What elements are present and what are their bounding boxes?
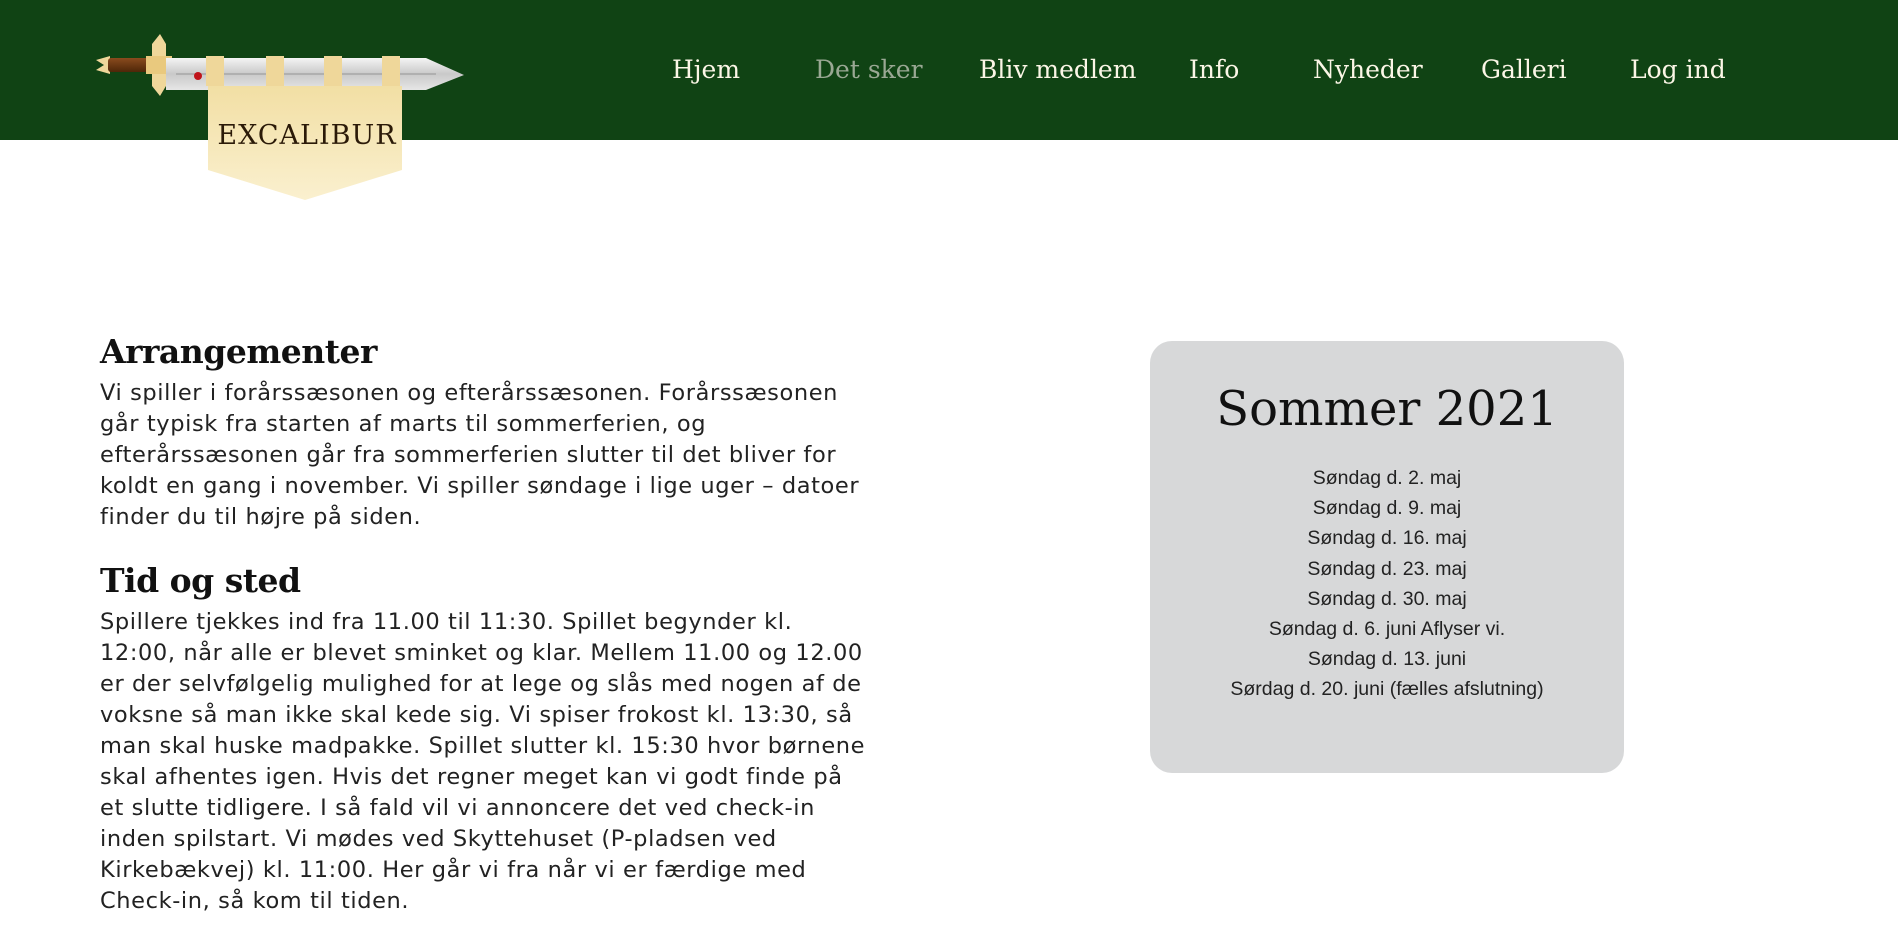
schedule-date: Søndag d. 2. maj bbox=[1312, 467, 1462, 489]
arrangementer-section: Arrangementer Vi spiller i forårssæsonen… bbox=[100, 330, 860, 533]
schedule-date: Søndag d. 16. maj bbox=[1307, 527, 1467, 550]
tid-og-sted-section: Tid og sted Spillere tjekkes ind fra 11.… bbox=[100, 559, 864, 917]
schedule-date: Søndag d. 23. maj bbox=[1307, 557, 1467, 580]
section-heading: Tid og sted bbox=[100, 561, 301, 600]
logo-text: EXCALIBUR bbox=[217, 120, 397, 151]
schedule-date: Søndag d. 9. maj bbox=[1312, 497, 1462, 520]
nav-item-bliv-medlem[interactable]: Bliv medlem bbox=[979, 50, 1136, 90]
nav-item-info[interactable]: Info bbox=[1189, 50, 1239, 90]
section-text: Spillere tjekkes ind fra 11.00 til 11:30… bbox=[100, 609, 866, 914]
schedule-list: Søndag d. 2. maj Søndag d. 9. maj Søndag… bbox=[1150, 463, 1624, 705]
section-text: Vi spiller i forårssæsonen og efterårssæ… bbox=[100, 380, 860, 530]
section-heading: Arrangementer bbox=[100, 332, 377, 371]
nav-item-hjem[interactable]: Hjem bbox=[672, 50, 740, 90]
nav-item-nyheder[interactable]: Nyheder bbox=[1313, 50, 1423, 90]
main-content: Arrangementer Vi spiller i forårssæsonen… bbox=[100, 330, 864, 917]
schedule-date: Søndag d. 13. juni bbox=[1307, 648, 1467, 671]
schedule-date: Sørdag d. 20. juni (fælles afslutning) bbox=[1230, 678, 1544, 701]
nav-item-det-sker[interactable]: Det sker bbox=[815, 50, 923, 90]
schedule-title: Sommer 2021 bbox=[1216, 381, 1558, 437]
nav-item-log-ind[interactable]: Log ind bbox=[1630, 50, 1726, 90]
schedule-date: Søndag d. 30. maj bbox=[1307, 587, 1467, 610]
site-header: EXCALIBUR Hjem Det sker Bliv medlem Info… bbox=[0, 0, 1898, 200]
schedule-date: Søndag d. 6. juni Aflyser vi. bbox=[1268, 618, 1506, 641]
main-nav: Hjem Det sker Bliv medlem Info Nyheder G… bbox=[0, 50, 1898, 90]
schedule-card: Sommer 2021 Søndag d. 2. maj Søndag d. 9… bbox=[1150, 341, 1624, 773]
nav-item-galleri[interactable]: Galleri bbox=[1481, 50, 1567, 90]
